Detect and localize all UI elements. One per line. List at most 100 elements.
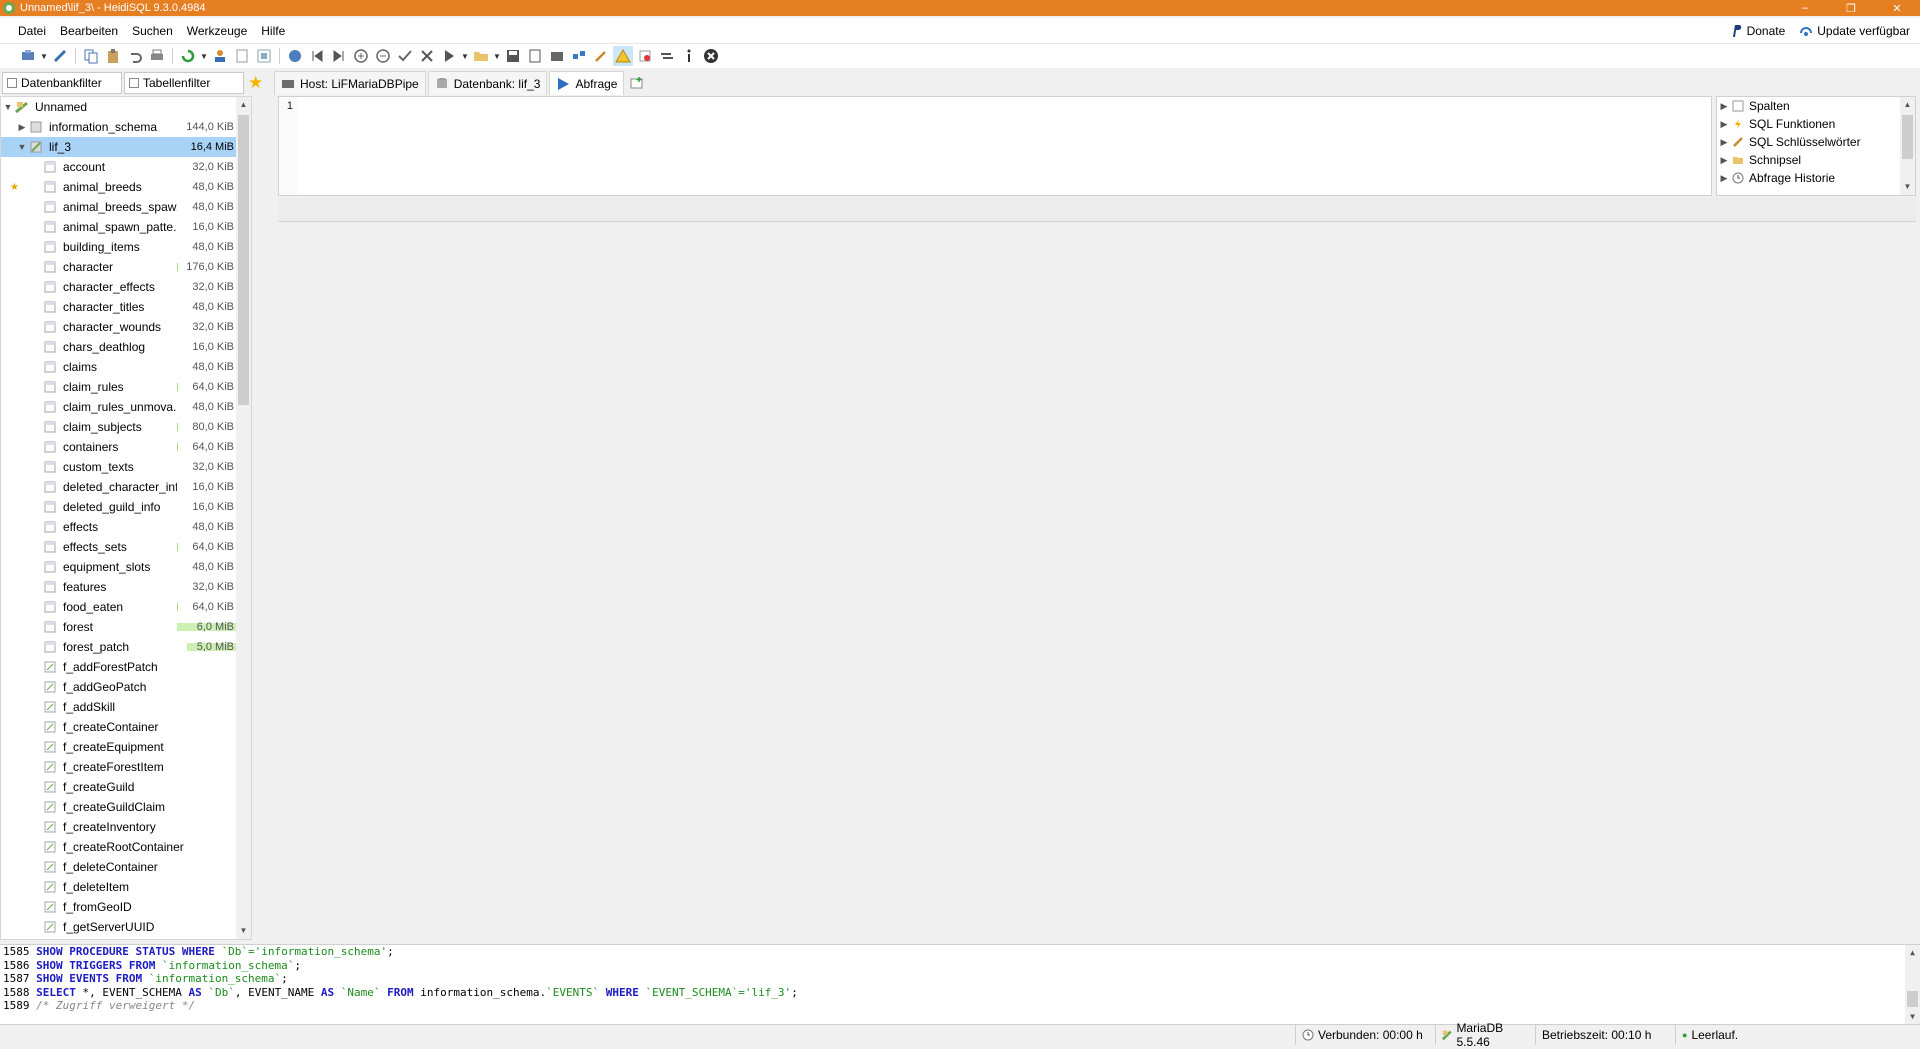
cancel-icon[interactable] (417, 46, 437, 66)
function-row[interactable]: f_addSkill (1, 697, 237, 717)
post-icon[interactable] (395, 46, 415, 66)
favorite-star-icon[interactable]: ★ (248, 73, 272, 93)
exit-icon[interactable] (701, 46, 721, 66)
user-manager-icon[interactable] (210, 46, 230, 66)
helpers-scrollbar[interactable]: ▲ ▼ (1900, 97, 1915, 195)
table-row[interactable]: claims 48,0 KiB (1, 357, 237, 377)
scroll-up-icon[interactable]: ▲ (1900, 97, 1915, 113)
table-row[interactable]: chars_deathlog 16,0 KiB (1, 337, 237, 357)
function-row[interactable]: f_createForestItem (1, 757, 237, 777)
table-filter[interactable]: Tabellenfilter (124, 72, 244, 94)
chevron-right-icon[interactable]: ▶ (1717, 155, 1731, 166)
export-icon[interactable] (254, 46, 274, 66)
filter-icon[interactable] (635, 46, 655, 66)
menu-tools[interactable]: Werkzeuge (180, 24, 254, 38)
helpers-scroll-thumb[interactable] (1902, 115, 1913, 159)
menu-search[interactable]: Suchen (125, 24, 180, 38)
minimize-button[interactable]: – (1782, 0, 1828, 16)
table-row[interactable]: claim_rules_unmova... 48,0 KiB (1, 397, 237, 417)
helper-item[interactable]: ▶ Abfrage Historie (1717, 169, 1915, 187)
editor-results-splitter[interactable] (278, 198, 1916, 222)
sql-editor[interactable]: 1 (278, 96, 1712, 196)
tree-scroll-thumb[interactable] (238, 115, 249, 405)
scroll-up-icon[interactable]: ▲ (1905, 945, 1920, 961)
chevron-right-icon[interactable]: ▶ (1717, 137, 1731, 148)
function-row[interactable]: f_deleteItem (1, 877, 237, 897)
function-row[interactable]: f_deleteContainer (1, 857, 237, 877)
log-scrollbar[interactable]: ▲ ▼ (1905, 945, 1920, 1025)
table-row[interactable]: ★ animal_breeds 48,0 KiB (1, 177, 237, 197)
table-row[interactable]: animal_spawn_patte... 16,0 KiB (1, 217, 237, 237)
scroll-up-icon[interactable]: ▲ (236, 97, 251, 113)
function-row[interactable]: f_getServerUUID (1, 917, 237, 937)
scroll-down-icon[interactable]: ▼ (1905, 1009, 1920, 1025)
save-icon[interactable] (503, 46, 523, 66)
helper-item[interactable]: ▶ SQL Schlüsselwörter (1717, 133, 1915, 151)
copy-icon[interactable] (81, 46, 101, 66)
helper-item[interactable]: ▶ Schnipsel (1717, 151, 1915, 169)
undo-icon[interactable] (125, 46, 145, 66)
replace-icon[interactable] (657, 46, 677, 66)
table-row[interactable]: character 176,0 KiB (1, 257, 237, 277)
table-row[interactable]: containers 64,0 KiB (1, 437, 237, 457)
maintenance-icon[interactable] (232, 46, 252, 66)
run-query-icon[interactable] (439, 46, 459, 66)
function-row[interactable]: f_createContainer (1, 717, 237, 737)
chevron-right-icon[interactable]: ▶ (1717, 101, 1731, 112)
print-icon[interactable] (147, 46, 167, 66)
query-helpers-panel[interactable]: ▶ Spalten ▶ SQL Funktionen ▶ SQL Schlüsselwör… (1716, 96, 1916, 196)
table-row[interactable]: account 32,0 KiB (1, 157, 237, 177)
paste-icon[interactable] (103, 46, 123, 66)
database-tree[interactable]: ▼ Unnamed ▶ information_schema 144,0 KiB… (0, 96, 252, 940)
chevron-right-icon[interactable]: ▶ (1717, 173, 1731, 184)
tree-root[interactable]: ▼ Unnamed (1, 97, 237, 117)
explain-icon[interactable] (569, 46, 589, 66)
menu-edit[interactable]: Bearbeiten (53, 24, 125, 38)
helper-item[interactable]: ▶ Spalten (1717, 97, 1915, 115)
table-row[interactable]: building_items 48,0 KiB (1, 237, 237, 257)
table-row[interactable]: claim_rules 64,0 KiB (1, 377, 237, 397)
table-row[interactable]: custom_texts 32,0 KiB (1, 457, 237, 477)
favorite-star-icon[interactable]: ★ (10, 182, 19, 193)
tab-database[interactable]: Datenbank: lif_3 (427, 71, 548, 95)
last-record-icon[interactable] (329, 46, 349, 66)
table-row[interactable]: forest_patch 5,0 MiB (1, 637, 237, 657)
open-file-icon[interactable] (471, 46, 491, 66)
chevron-right-icon[interactable]: ▶ (15, 122, 29, 133)
helper-item[interactable]: ▶ SQL Funktionen (1717, 115, 1915, 133)
tab-query[interactable]: Abfrage (549, 71, 625, 95)
function-row[interactable]: f_createEquipment (1, 737, 237, 757)
function-row[interactable]: f_fromGeoID (1, 897, 237, 917)
sql-log[interactable]: 1585 SHOW PROCEDURE STATUS WHERE `Db`='i… (0, 944, 1920, 1025)
warning-icon[interactable] (613, 46, 633, 66)
insert-record-icon[interactable] (351, 46, 371, 66)
table-row[interactable]: animal_breeds_spaw... 48,0 KiB (1, 197, 237, 217)
maximize-button[interactable]: ❐ (1828, 0, 1874, 16)
help-icon[interactable] (285, 46, 305, 66)
table-row[interactable]: forest 6,0 MiB (1, 617, 237, 637)
chevron-down-icon[interactable]: ▼ (461, 52, 469, 61)
chevron-down-icon[interactable]: ▼ (1, 102, 15, 112)
donate-button[interactable]: Donate (1730, 24, 1800, 38)
function-row[interactable]: f_addForestPatch (1, 657, 237, 677)
tree-scrollbar[interactable]: ▲ ▼ (236, 97, 251, 939)
function-row[interactable]: f_createGuildClaim (1, 797, 237, 817)
table-row[interactable]: deleted_character_info 16,0 KiB (1, 477, 237, 497)
chevron-down-icon[interactable]: ▼ (200, 52, 208, 61)
table-row[interactable]: effects 48,0 KiB (1, 517, 237, 537)
refresh-icon[interactable] (178, 46, 198, 66)
function-row[interactable]: f_createInventory (1, 817, 237, 837)
update-available-button[interactable]: Update verfügbar (1799, 24, 1920, 38)
session-manager-icon[interactable] (18, 46, 38, 66)
save-as-snippet-icon[interactable] (525, 46, 545, 66)
table-row[interactable]: features 32,0 KiB (1, 577, 237, 597)
scroll-down-icon[interactable]: ▼ (236, 923, 251, 939)
table-row[interactable]: deleted_guild_info 16,0 KiB (1, 497, 237, 517)
query-profile-icon[interactable] (547, 46, 567, 66)
log-scroll-thumb[interactable] (1907, 991, 1918, 1007)
chevron-down-icon[interactable]: ▼ (15, 142, 29, 152)
new-query-tab-icon[interactable] (626, 72, 648, 94)
tree-db-information-schema[interactable]: ▶ information_schema 144,0 KiB (1, 117, 237, 137)
table-row[interactable]: character_titles 48,0 KiB (1, 297, 237, 317)
function-row[interactable]: f_addGeoPatch (1, 677, 237, 697)
